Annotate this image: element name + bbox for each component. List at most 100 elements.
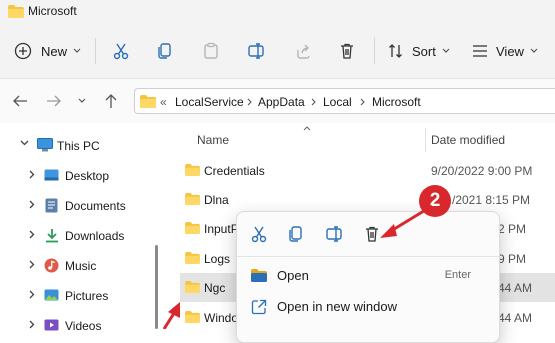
file-date: 44 AM bbox=[498, 311, 533, 325]
file-name: Windo bbox=[204, 311, 239, 325]
context-menu-open-new-window[interactable]: Open in new window bbox=[249, 291, 495, 321]
chevron-right-icon[interactable] bbox=[29, 260, 35, 269]
rename-button[interactable] bbox=[243, 36, 269, 66]
context-menu-shortcut: Enter bbox=[444, 269, 471, 281]
trash-icon bbox=[338, 42, 356, 60]
chevron-down-icon bbox=[530, 48, 538, 54]
new-button[interactable]: New bbox=[14, 36, 84, 66]
back-arrow-icon[interactable] bbox=[12, 94, 28, 108]
column-header-date-modified[interactable]: Date modified bbox=[431, 133, 505, 147]
view-button[interactable]: View bbox=[472, 36, 544, 66]
command-bar: New Sort View bbox=[0, 24, 555, 79]
download-icon bbox=[45, 228, 59, 243]
copy-button[interactable] bbox=[152, 36, 178, 66]
file-date: 44 AM bbox=[498, 281, 533, 295]
clipboard-icon bbox=[202, 42, 220, 60]
sidebar-item-videos[interactable]: Videos bbox=[0, 311, 160, 341]
sidebar-item-label: Music bbox=[65, 259, 97, 273]
breadcrumb-item[interactable]: Microsoft bbox=[372, 95, 421, 109]
address-bar[interactable]: « LocalService AppData Local Microsoft bbox=[134, 88, 555, 114]
file-name: Logs bbox=[204, 252, 231, 266]
view-label: View bbox=[496, 43, 524, 59]
breadcrumb-item[interactable]: Local bbox=[323, 95, 352, 109]
separator bbox=[374, 38, 375, 64]
file-date: 9/20/2022 9:00 PM bbox=[431, 164, 533, 178]
sort-button[interactable]: Sort bbox=[388, 36, 456, 66]
separator bbox=[95, 38, 96, 64]
sort-label: Sort bbox=[412, 43, 436, 59]
scissors-icon bbox=[112, 42, 130, 60]
sidebar-item-downloads[interactable]: Downloads bbox=[0, 221, 160, 251]
column-header-name[interactable]: Name bbox=[197, 133, 229, 147]
breadcrumb-item[interactable]: AppData bbox=[258, 95, 305, 109]
desktop-icon bbox=[44, 169, 59, 181]
folder-icon bbox=[251, 269, 267, 282]
music-icon bbox=[44, 258, 59, 273]
column-divider[interactable] bbox=[425, 128, 426, 152]
chevron-right-icon[interactable] bbox=[29, 230, 35, 239]
new-label: New bbox=[41, 43, 68, 59]
copy-icon bbox=[156, 42, 174, 60]
open-new-window-icon bbox=[251, 299, 267, 315]
chevron-down-icon bbox=[442, 48, 450, 54]
videos-icon bbox=[44, 319, 59, 331]
sidebar-item-music[interactable]: Music bbox=[0, 251, 160, 281]
rename-icon bbox=[247, 42, 265, 60]
copy-icon[interactable] bbox=[287, 225, 305, 243]
file-row[interactable]: Credentials 9/20/2022 9:00 PM bbox=[180, 156, 555, 185]
breadcrumb-item[interactable]: LocalService bbox=[175, 95, 244, 109]
chevron-down-icon bbox=[73, 48, 81, 54]
cut-button[interactable] bbox=[108, 36, 134, 66]
sidebar-item-documents[interactable]: Documents bbox=[0, 191, 160, 221]
context-menu: Open Enter Open in new window bbox=[236, 211, 500, 343]
context-menu-divider bbox=[237, 256, 499, 257]
breadcrumb-overflow[interactable]: « bbox=[160, 95, 167, 109]
up-arrow-icon[interactable] bbox=[104, 93, 118, 109]
file-row[interactable]: Dlna /2021 8:15 PM bbox=[180, 185, 555, 214]
context-menu-label: Open bbox=[277, 268, 309, 283]
chevron-right-icon bbox=[311, 98, 316, 106]
share-button[interactable] bbox=[290, 36, 316, 66]
sidebar-item-label: Pictures bbox=[65, 289, 109, 303]
folder-icon bbox=[185, 281, 200, 293]
forward-arrow-icon[interactable] bbox=[46, 94, 62, 108]
sort-up-chevron-icon bbox=[303, 126, 311, 131]
file-name: Credentials bbox=[204, 164, 265, 178]
window-title: Microsoft bbox=[28, 4, 77, 18]
monitor-icon bbox=[37, 138, 53, 152]
chevron-right-icon[interactable] bbox=[29, 290, 35, 299]
documents-icon bbox=[45, 198, 58, 213]
sidebar-item-this-pc[interactable]: This PC bbox=[0, 131, 160, 161]
context-menu-label: Open in new window bbox=[277, 299, 397, 314]
folder-icon bbox=[185, 193, 200, 205]
annotation-arrow bbox=[380, 204, 433, 238]
plus-circle-icon bbox=[14, 42, 32, 60]
pictures-icon bbox=[44, 289, 59, 301]
chevron-right-icon bbox=[247, 98, 252, 106]
folder-icon bbox=[185, 252, 200, 264]
delete-button[interactable] bbox=[334, 36, 360, 66]
chevron-right-icon bbox=[360, 98, 365, 106]
chevron-down-icon[interactable] bbox=[20, 140, 29, 147]
sidebar-item-pictures[interactable]: Pictures bbox=[0, 281, 160, 311]
folder-icon bbox=[8, 5, 24, 18]
file-date: 9 PM bbox=[498, 252, 527, 266]
sidebar-item-label: Desktop bbox=[65, 169, 110, 183]
recent-locations-chevron-icon[interactable] bbox=[78, 98, 86, 104]
cut-icon[interactable] bbox=[250, 225, 268, 243]
share-icon bbox=[294, 42, 312, 60]
folder-icon bbox=[185, 164, 200, 176]
sidebar-item-desktop[interactable]: Desktop bbox=[0, 161, 160, 191]
paste-button[interactable] bbox=[198, 36, 224, 66]
file-name: Dlna bbox=[204, 193, 229, 207]
folder-icon bbox=[140, 95, 156, 108]
chevron-right-icon[interactable] bbox=[29, 200, 35, 209]
file-date: /2021 8:15 PM bbox=[452, 193, 531, 207]
rename-icon[interactable] bbox=[325, 225, 343, 243]
chevron-right-icon[interactable] bbox=[29, 320, 35, 329]
file-name: Ngc bbox=[204, 281, 226, 295]
sidebar-item-label: Videos bbox=[65, 319, 102, 333]
context-menu-open[interactable]: Open Enter bbox=[249, 260, 495, 290]
file-name: InputP bbox=[204, 222, 239, 236]
chevron-right-icon[interactable] bbox=[29, 170, 35, 179]
